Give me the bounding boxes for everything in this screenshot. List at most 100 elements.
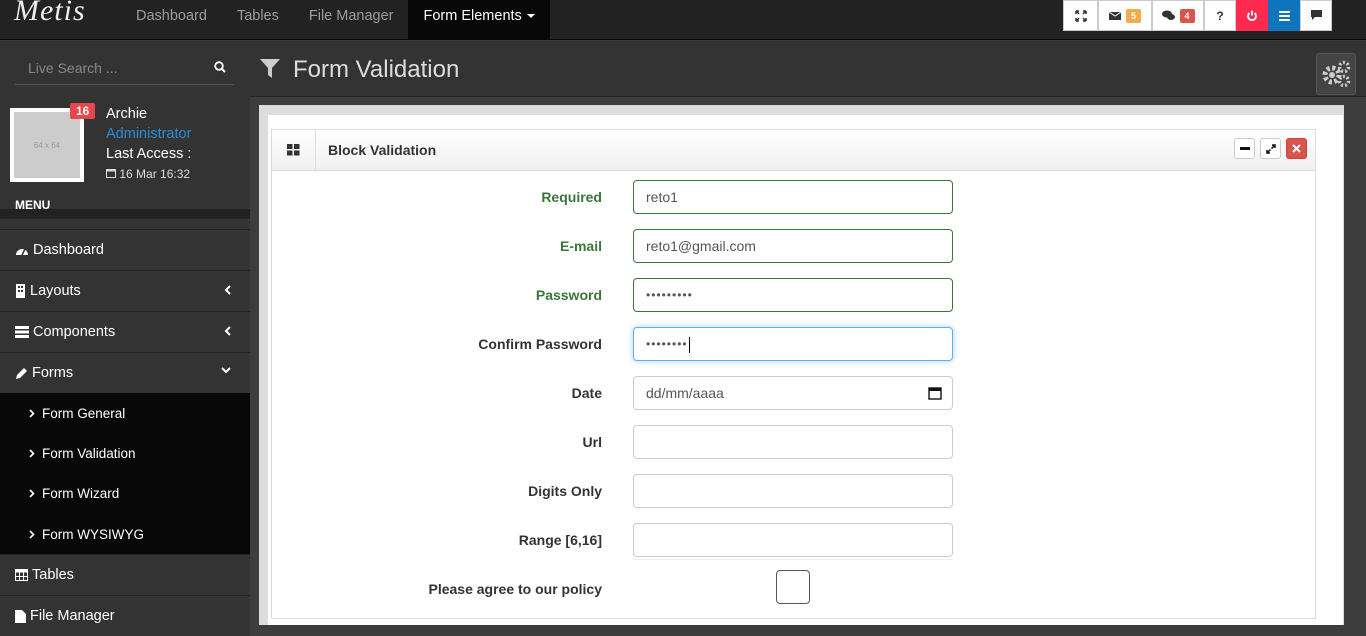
avatar[interactable]: 64 x 64 <box>10 108 84 182</box>
user-info: Archie Administrator Last Access : 16 Ma… <box>106 104 191 184</box>
range-input[interactable] <box>633 523 953 557</box>
confirm-password-input[interactable]: •••••••• <box>633 327 953 361</box>
page-title: Form Validation <box>293 56 460 83</box>
nav-dashboard[interactable]: Dashboard <box>121 0 222 40</box>
policy-label: Please agree to our policy <box>428 581 602 597</box>
form-row-policy: Please agree to our policy <box>272 559 1317 606</box>
form-row-password: Password ••••••••• <box>272 278 1317 312</box>
divider <box>633 559 953 560</box>
main-content: Block Validation Required E-mail Passwor… <box>250 98 1366 625</box>
url-input[interactable] <box>633 425 953 459</box>
box-title: Block Validation <box>328 142 437 158</box>
angle-right-icon <box>29 449 35 458</box>
submenu-item-label: Form Wizard <box>42 486 120 502</box>
menu-toggle-button[interactable] <box>1268 0 1300 31</box>
comments-icon <box>1161 10 1175 20</box>
email-input[interactable] <box>633 229 953 263</box>
brand-logo[interactable]: Metis <box>14 0 86 28</box>
last-access-label: Last Access : <box>106 146 192 162</box>
sidebar-item-label: Components <box>33 324 116 340</box>
block-validation-box: Block Validation Required E-mail Passwor… <box>271 129 1316 619</box>
form-row-email: E-mail <box>272 229 1317 263</box>
expand-arrows-icon <box>1265 143 1276 154</box>
logout-button[interactable] <box>1236 0 1268 31</box>
password-input[interactable]: ••••••••• <box>633 278 953 312</box>
fullscreen-button[interactable] <box>1063 0 1098 31</box>
submenu-item-form-wysiwyg[interactable]: Form WYSIWYG <box>0 514 250 554</box>
avatar-placeholder: 64 x 64 <box>14 112 80 178</box>
sidebar-item-tables[interactable]: Tables <box>0 554 250 596</box>
settings-button[interactable] <box>1316 53 1356 95</box>
box-icon-cell <box>272 130 316 170</box>
sidebar-item-forms[interactable]: Forms <box>0 352 250 393</box>
sidebar-item-label: Tables <box>32 567 74 584</box>
required-input[interactable] <box>633 180 953 214</box>
building-icon <box>16 284 25 298</box>
dashboard-icon <box>16 248 28 256</box>
digits-input[interactable] <box>633 474 953 508</box>
submenu-item-form-validation[interactable]: Form Validation <box>0 433 250 473</box>
bars-icon <box>1278 10 1290 21</box>
policy-checkbox[interactable] <box>776 570 810 604</box>
angle-right-icon <box>29 409 35 418</box>
nav-tables[interactable]: Tables <box>222 0 294 40</box>
form-row-range: Range [6,16] <box>272 523 1317 557</box>
chat-button[interactable]: 4 <box>1152 0 1204 31</box>
th-large-icon <box>287 144 300 156</box>
user-panel: 64 x 64 16 Archie Administrator Last Acc… <box>0 103 250 193</box>
sidebar-item-label: Layouts <box>30 283 81 299</box>
top-toolbar: 5 4 ? <box>1063 0 1332 31</box>
required-label: Required <box>541 189 602 205</box>
sidebar-item-label: File Manager <box>30 608 115 625</box>
fullscreen-box-button[interactable] <box>1260 138 1281 159</box>
close-icon <box>1292 144 1301 153</box>
sidebar-item-dashboard[interactable]: Dashboard <box>0 229 250 270</box>
search-input[interactable] <box>15 53 205 83</box>
form-row-digits: Digits Only <box>272 474 1317 508</box>
digits-label: Digits Only <box>528 483 602 499</box>
form-row-confirm-password: Confirm Password •••••••• <box>272 327 1317 361</box>
calendar-icon[interactable] <box>928 386 942 400</box>
pencil-icon <box>16 367 27 379</box>
submenu-item-form-general[interactable]: Form General <box>0 393 250 433</box>
sidebar: 64 x 64 16 Archie Administrator Last Acc… <box>0 41 250 636</box>
close-box-button[interactable] <box>1286 138 1307 159</box>
box-tools <box>1234 138 1307 159</box>
confirm-password-value: •••••••• <box>646 337 688 351</box>
search-icon[interactable] <box>214 61 226 73</box>
comment-button[interactable] <box>1300 0 1332 31</box>
sidebar-menu: Dashboard Layouts Components Forms Form … <box>0 229 250 636</box>
form-row-date: Date dd/mm/aaaa <box>272 376 1317 410</box>
top-navbar: Metis Dashboard Tables File Manager Form… <box>0 0 1366 40</box>
date-input[interactable]: dd/mm/aaaa <box>633 376 953 410</box>
range-label: Range [6,16] <box>518 532 602 548</box>
chevron-left-icon <box>224 326 231 336</box>
menu-header: MENU <box>0 193 250 219</box>
messages-badge: 5 <box>1126 8 1141 23</box>
nav-form-elements[interactable]: Form Elements <box>408 0 550 40</box>
url-label: Url <box>582 434 602 450</box>
nav-file-manager[interactable]: File Manager <box>294 0 409 40</box>
tasks-icon <box>15 326 29 338</box>
submenu-item-label: Form General <box>42 405 126 421</box>
gears-icon <box>1322 60 1351 88</box>
messages-button[interactable]: 5 <box>1098 0 1152 31</box>
expand-icon <box>1074 9 1087 22</box>
sidebar-item-file-manager[interactable]: File Manager <box>0 595 250 636</box>
submenu-item-form-wizard[interactable]: Form Wizard <box>0 474 250 514</box>
top-nav: Dashboard Tables File Manager Form Eleme… <box>121 0 550 40</box>
password-label: Password <box>535 287 602 303</box>
live-search <box>15 53 234 85</box>
chat-badge: 4 <box>1179 8 1195 23</box>
power-icon <box>1247 10 1257 21</box>
sidebar-item-components[interactable]: Components <box>0 311 250 352</box>
table-icon <box>15 569 28 582</box>
chevron-left-icon <box>224 285 231 295</box>
user-badge: 16 <box>70 103 96 119</box>
last-access-date-text: 16 Mar 16:32 <box>119 167 191 181</box>
sidebar-item-layouts[interactable]: Layouts <box>0 270 250 311</box>
collapse-button[interactable] <box>1234 138 1255 159</box>
form-row-url: Url <box>272 425 1317 459</box>
user-role-link[interactable]: Administrator <box>106 124 191 144</box>
help-button[interactable]: ? <box>1204 0 1236 31</box>
